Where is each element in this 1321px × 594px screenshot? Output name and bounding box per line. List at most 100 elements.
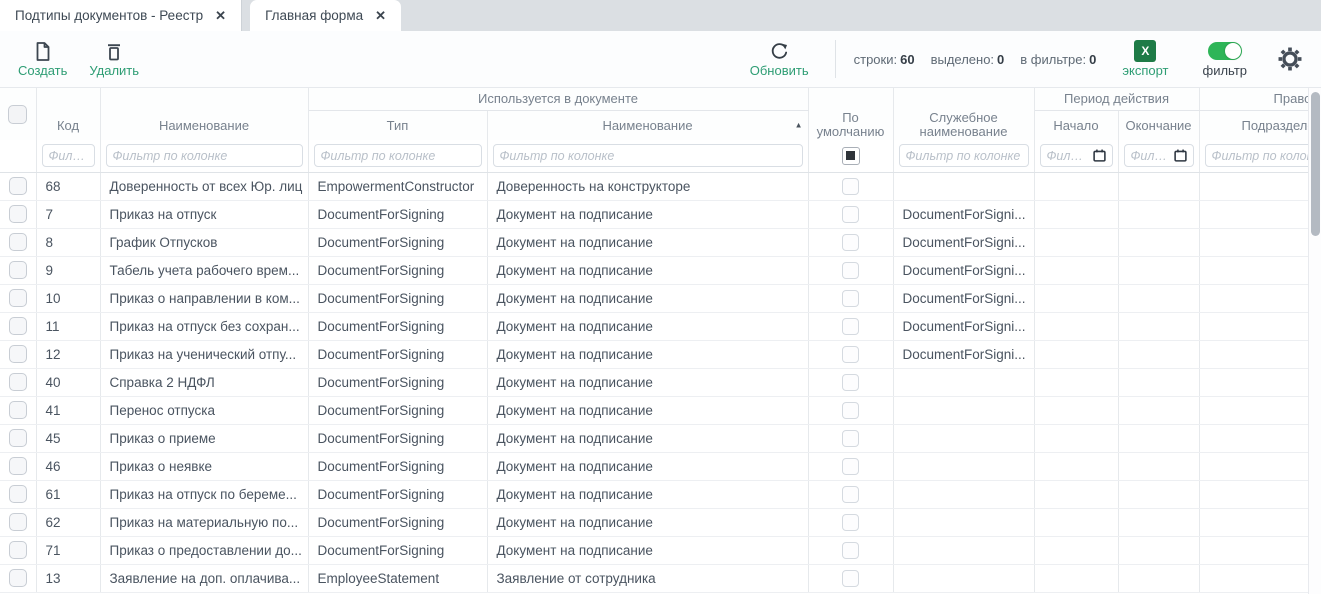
type-filter-input[interactable] [321,149,475,163]
delete-button[interactable]: Удалить [81,38,147,80]
row-select-cell [0,424,36,452]
table-row[interactable]: 8 График Отпусков DocumentForSigning Док… [0,228,1321,256]
column-header-by-default[interactable]: По умолчанию [808,110,893,140]
by-default-checkbox[interactable] [842,234,859,251]
row-checkbox[interactable] [9,485,27,503]
row-checkbox[interactable] [9,429,27,447]
row-checkbox[interactable] [9,541,27,559]
by-default-checkbox[interactable] [842,402,859,419]
filter-toggle[interactable]: фильтр [1195,38,1255,80]
tab-document-subtypes[interactable]: Подтипы документов - Реестр ✕ [0,0,242,31]
refresh-button-label: Обновить [750,64,809,78]
row-checkbox[interactable] [9,261,27,279]
vertical-scrollbar[interactable] [1308,88,1321,594]
code-filter-input[interactable] [49,149,88,163]
calendar-icon[interactable] [1093,149,1106,162]
create-button[interactable]: Создать [10,38,75,80]
cell-doc-name: Документ на подписание [487,200,808,228]
end-date-filter-input[interactable] [1131,149,1171,163]
tab-main-form[interactable]: Главная форма ✕ [250,0,401,31]
table-row[interactable]: 71 Приказ о предоставлении до... Documen… [0,536,1321,564]
export-button[interactable]: X экспорт [1114,38,1176,80]
row-checkbox[interactable] [9,205,27,223]
cell-doc-name: Доверенность на конструкторе [487,172,808,200]
column-header-department[interactable]: Подразделе [1199,110,1321,140]
row-checkbox[interactable] [9,289,27,307]
table-row[interactable]: 62 Приказ на материальную по... Document… [0,508,1321,536]
by-default-checkbox[interactable] [842,178,859,195]
column-header-code[interactable]: Код [36,110,100,140]
row-checkbox[interactable] [9,345,27,363]
row-checkbox[interactable] [9,513,27,531]
cell-by-default [808,424,893,452]
cell-department [1199,200,1321,228]
cell-service-name: DocumentForSigni... [893,228,1034,256]
doc-name-filter-input[interactable] [500,149,796,163]
row-checkbox[interactable] [9,373,27,391]
start-date-filter-input[interactable] [1047,149,1090,163]
cell-service-name [893,480,1034,508]
row-checkbox[interactable] [9,177,27,195]
cell-end [1118,368,1199,396]
table-row[interactable]: 68 Доверенность от всех Юр. лиц Empowerm… [0,172,1321,200]
cell-name: Приказ на отпуск [100,200,308,228]
select-all-checkbox[interactable] [8,105,27,124]
column-header-type[interactable]: Тип [308,110,487,140]
cell-end [1118,172,1199,200]
row-checkbox[interactable] [9,233,27,251]
table-row[interactable]: 9 Табель учета рабочего врем... Document… [0,256,1321,284]
by-default-checkbox[interactable] [842,206,859,223]
by-default-checkbox[interactable] [842,262,859,279]
document-icon [33,40,53,62]
table-row[interactable]: 46 Приказ о неявке DocumentForSigning До… [0,452,1321,480]
by-default-checkbox[interactable] [842,486,859,503]
cell-by-default [808,564,893,592]
row-select-cell [0,312,36,340]
column-header-doc-name[interactable]: Наименование ▲ [487,110,808,140]
column-header-start[interactable]: Начало [1034,110,1118,140]
table-row[interactable]: 40 Справка 2 НДФЛ DocumentForSigning Док… [0,368,1321,396]
column-header-end[interactable]: Окончание [1118,110,1199,140]
row-select-cell [0,200,36,228]
by-default-checkbox[interactable] [842,318,859,335]
refresh-button[interactable]: Обновить [742,38,817,80]
table-row[interactable]: 11 Приказ на отпуск без сохран... Docume… [0,312,1321,340]
name-filter-input[interactable] [113,149,296,163]
row-select-cell [0,508,36,536]
by-default-checkbox[interactable] [842,374,859,391]
row-checkbox[interactable] [9,401,27,419]
cell-end [1118,312,1199,340]
row-checkbox[interactable] [9,457,27,475]
cell-doc-name: Документ на подписание [487,508,808,536]
column-header-name[interactable]: Наименование [100,110,308,140]
row-checkbox[interactable] [9,317,27,335]
department-filter-input[interactable] [1212,149,1321,163]
close-icon[interactable]: ✕ [215,9,226,22]
table-row[interactable]: 7 Приказ на отпуск DocumentForSigning До… [0,200,1321,228]
by-default-checkbox[interactable] [842,514,859,531]
scrollbar-thumb[interactable] [1311,92,1320,236]
calendar-icon[interactable] [1174,149,1187,162]
by-default-checkbox[interactable] [842,458,859,475]
table-row[interactable]: 45 Приказ о приеме DocumentForSigning До… [0,424,1321,452]
table-row[interactable]: 41 Перенос отпуска DocumentForSigning До… [0,396,1321,424]
by-default-checkbox[interactable] [842,430,859,447]
row-checkbox[interactable] [9,569,27,587]
cell-service-name [893,452,1034,480]
table-row[interactable]: 10 Приказ о направлении в ком... Documen… [0,284,1321,312]
by-default-checkbox[interactable] [842,290,859,307]
cell-code: 12 [36,340,100,368]
service-name-filter-input[interactable] [906,149,1022,163]
settings-button[interactable] [1273,46,1307,72]
cell-start [1034,424,1118,452]
table-row[interactable]: 13 Заявление на доп. оплачива... Employe… [0,564,1321,592]
by-default-checkbox[interactable] [842,542,859,559]
by-default-filter-checkbox[interactable] [842,147,860,165]
cell-doc-name: Документ на подписание [487,284,808,312]
table-row[interactable]: 61 Приказ на отпуск по береме... Documen… [0,480,1321,508]
table-row[interactable]: 12 Приказ на ученический отпу... Documen… [0,340,1321,368]
column-header-service-name[interactable]: Служебное наименование [893,110,1034,140]
by-default-checkbox[interactable] [842,346,859,363]
close-icon[interactable]: ✕ [375,9,386,22]
by-default-checkbox[interactable] [842,570,859,587]
